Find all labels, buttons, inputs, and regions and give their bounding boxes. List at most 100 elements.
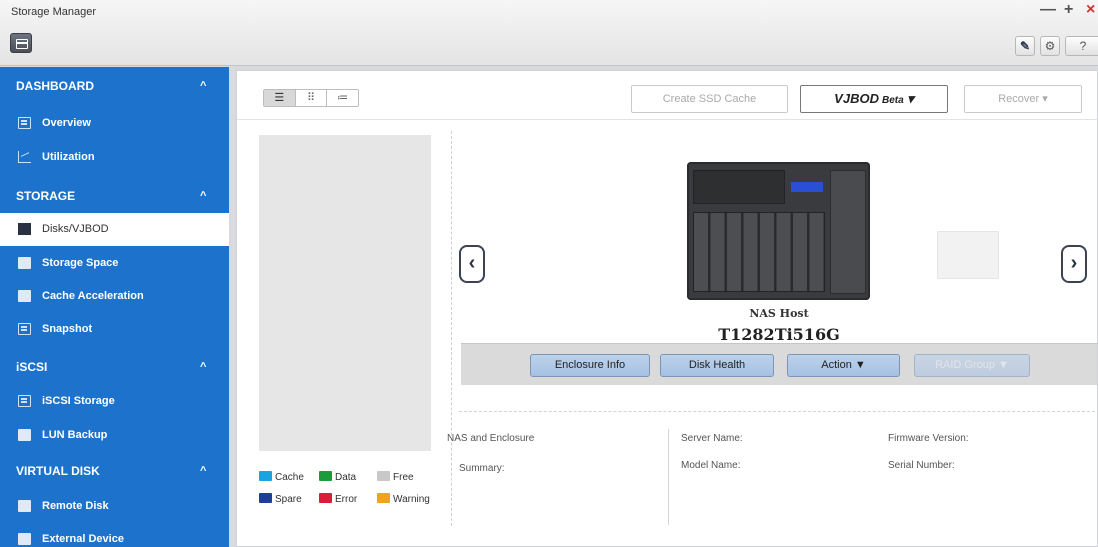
sidebar-item-label: Overview: [42, 117, 91, 129]
backup-icon: [18, 429, 31, 441]
section-label: iSCSI: [16, 360, 48, 374]
sidebar-item-overview[interactable]: Overview: [0, 107, 229, 140]
list-view-icon[interactable]: ☰: [264, 90, 296, 106]
legend-label: Data: [335, 472, 357, 483]
sidebar-item-label: External Device: [42, 533, 124, 545]
app-title: Storage Manager: [11, 6, 96, 18]
app-menu-icon[interactable]: [10, 33, 32, 53]
nas-and-enclosure-label: NAS and Enclosure: [447, 433, 535, 444]
sidebar-item-label: LUN Backup: [42, 429, 108, 441]
brush-icon[interactable]: ✎: [1015, 36, 1035, 56]
sidebar-item-label: Disks/VJBOD: [42, 223, 109, 235]
nas-door: [830, 170, 866, 294]
help-button[interactable]: ?: [1065, 36, 1098, 56]
free-icon: [377, 471, 390, 481]
sidebar-item-label: Storage Space: [42, 257, 119, 269]
chevron-up-icon[interactable]: ^: [200, 177, 206, 215]
detail-view-icon[interactable]: ≔: [327, 90, 358, 106]
chevron-up-icon[interactable]: ^: [200, 452, 206, 490]
divider: [668, 429, 669, 525]
maximize-button[interactable]: +: [1064, 2, 1073, 18]
device-model: T1282Ti516G: [718, 325, 840, 344]
grid-view-icon[interactable]: ⠿: [296, 90, 328, 106]
sidebar-item-label: Utilization: [42, 151, 95, 163]
legend-item-error: Error: [319, 493, 357, 505]
section-label: VIRTUAL DISK: [16, 464, 100, 478]
serial-number-label: Serial Number:: [888, 460, 955, 471]
section-storage[interactable]: STORAGE ^: [0, 177, 229, 215]
sidebar-item-label: iSCSI Storage: [42, 395, 115, 407]
main-panel: ☰ ⠿ ≔ Create SSD Cache VJBOD Beta ▾ Recov…: [236, 70, 1098, 547]
caret-down-icon: ▾: [907, 91, 914, 106]
chevron-up-icon[interactable]: ^: [200, 348, 206, 386]
sidebar-item-storage-space[interactable]: Storage Space: [0, 247, 229, 280]
toolbar: ☰ ⠿ ≔ Create SSD Cache VJBOD Beta ▾ Recov…: [237, 71, 1098, 120]
sidebar-item-snapshot[interactable]: Snapshot: [0, 313, 229, 346]
section-label: DASHBOARD: [16, 79, 94, 93]
legend-label: Cache: [275, 472, 304, 483]
enclosure-info-button[interactable]: Enclosure Info: [530, 354, 650, 377]
chart-icon: [18, 151, 31, 163]
section-dashboard[interactable]: DASHBOARD ^: [0, 67, 229, 105]
sidebar-item-disks-vjbod[interactable]: Disks/VJBOD: [0, 213, 229, 246]
divider: [451, 131, 452, 526]
sidebar-item-label: Cache Acceleration: [42, 290, 144, 302]
sidebar-item-label: Snapshot: [42, 323, 93, 335]
sidebar-item-cache-acceleration[interactable]: Cache Acceleration: [0, 280, 229, 313]
legend-label: Spare: [275, 494, 302, 505]
chevron-up-icon[interactable]: ^: [200, 67, 206, 105]
disk-overview-panel: [259, 135, 431, 451]
cache-icon: [18, 290, 31, 302]
data-icon: [319, 471, 332, 481]
sidebar-item-lun-backup[interactable]: LUN Backup: [0, 419, 229, 452]
previous-arrow-icon[interactable]: ‹: [459, 245, 485, 283]
recover-button[interactable]: Recover ▾: [964, 85, 1082, 113]
snapshot-icon: [18, 323, 31, 335]
sidebar: DASHBOARD ^ Overview Utilization STORAGE…: [0, 67, 229, 547]
raid-group-button[interactable]: RAID Group ▼: [914, 354, 1030, 377]
device-label: NAS Host: [749, 307, 809, 320]
minimize-button[interactable]: —: [1040, 2, 1056, 18]
vjbod-label: VJBOD: [834, 91, 879, 106]
sidebar-item-remote-disk[interactable]: Remote Disk: [0, 490, 229, 523]
action-button[interactable]: Action ▼: [787, 354, 900, 377]
enclosure-thumbnail[interactable]: [937, 231, 999, 279]
legend-label: Warning: [393, 494, 430, 505]
nas-image: [687, 162, 870, 300]
legend-item-cache: Cache: [259, 471, 304, 483]
external-icon: [18, 533, 31, 545]
section-virtual-disk[interactable]: VIRTUAL DISK ^: [0, 452, 229, 490]
nas-drive-bays: [693, 212, 825, 292]
remote-icon: [18, 500, 31, 512]
next-arrow-icon[interactable]: ›: [1061, 245, 1087, 283]
spare-icon: [259, 493, 272, 503]
nas-top-bays: [693, 170, 785, 204]
sidebar-item-utilization[interactable]: Utilization: [0, 141, 229, 174]
summary-label: Summary:: [459, 463, 505, 474]
title-bar: Storage Manager — + × ✎ ⚙ ?: [0, 0, 1098, 66]
sidebar-item-external-device[interactable]: External Device: [0, 523, 229, 547]
firmware-version-label: Firmware Version:: [888, 433, 969, 444]
divider: [459, 411, 1095, 412]
overview-icon: [18, 117, 31, 129]
caret-down-icon: ▾: [1042, 93, 1048, 105]
cache-icon: [259, 471, 272, 481]
vjbod-badge: Beta: [881, 95, 904, 106]
vjbod-button[interactable]: VJBOD Beta ▾: [800, 85, 948, 113]
section-label: STORAGE: [16, 189, 76, 203]
sidebar-item-iscsi-storage[interactable]: iSCSI Storage: [0, 385, 229, 418]
view-switcher: ☰ ⠿ ≔: [263, 89, 359, 107]
disk-icon: [18, 223, 31, 235]
recover-label: Recover: [998, 93, 1040, 105]
model-name-label: Model Name:: [681, 460, 741, 471]
storage-icon: [18, 257, 31, 269]
legend-item-free: Free: [377, 471, 414, 483]
action-bar: Enclosure Info Disk Health Action ▼ RAID…: [461, 343, 1097, 385]
gear-icon[interactable]: ⚙: [1040, 36, 1060, 56]
disk-health-button[interactable]: Disk Health: [660, 354, 774, 377]
close-button[interactable]: ×: [1086, 2, 1095, 18]
create-ssd-cache-button[interactable]: Create SSD Cache: [631, 85, 788, 113]
section-iscsi[interactable]: iSCSI ^: [0, 348, 229, 386]
iscsi-icon: [18, 395, 31, 407]
sidebar-item-label: Remote Disk: [42, 500, 109, 512]
